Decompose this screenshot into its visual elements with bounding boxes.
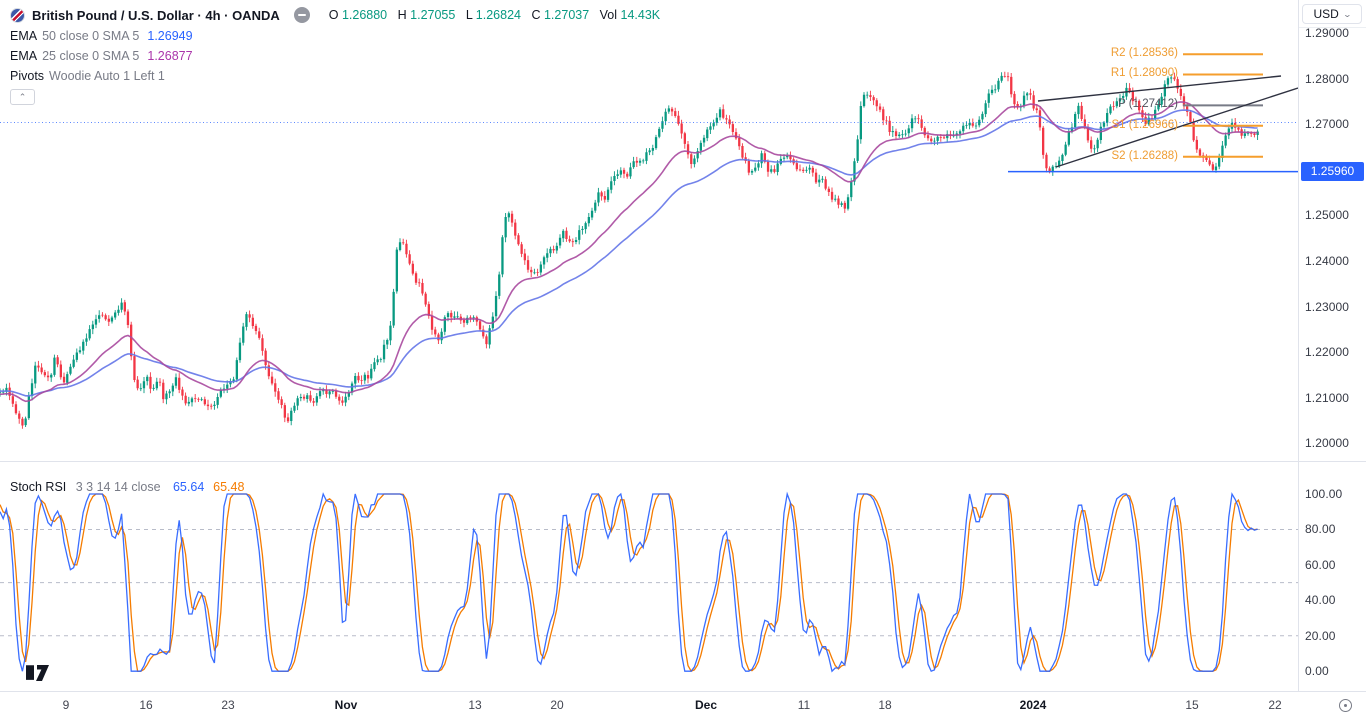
tradingview-logo[interactable] bbox=[26, 664, 56, 687]
indicator-row-pivots[interactable]: Pivots Woodie Auto 1 Left 1 bbox=[10, 66, 660, 86]
price-axis[interactable]: 1.25960 1.29000 1.28000 1.27000 1.25000 1.24… bbox=[1299, 0, 1366, 461]
currency-unit-button[interactable]: USD ⌄ bbox=[1302, 4, 1362, 24]
time-axis[interactable]: 9 16 23 Nov 13 20 Dec 11 18 2024 15 22 bbox=[0, 692, 1366, 720]
high-value: 1.27055 bbox=[410, 8, 455, 22]
rsi-tick: 100.00 bbox=[1305, 487, 1342, 501]
collapse-symbol-icon[interactable] bbox=[294, 7, 310, 23]
time-tick: 16 bbox=[139, 698, 152, 712]
rsi-tick: 60.00 bbox=[1305, 558, 1336, 572]
rsi-tick: 20.00 bbox=[1305, 629, 1336, 643]
pivot-label-r1: R1 (1.28090) bbox=[1088, 67, 1178, 79]
price-tick: 1.24000 bbox=[1305, 254, 1349, 268]
time-tick: 9 bbox=[63, 698, 70, 712]
pivot-label-r2: R2 (1.28536) bbox=[1088, 47, 1178, 59]
price-tick: 1.20000 bbox=[1305, 436, 1349, 450]
legend-collapse-button[interactable]: ⌃ bbox=[10, 89, 35, 105]
rsi-tick: 80.00 bbox=[1305, 522, 1336, 536]
price-tick: 1.23000 bbox=[1305, 300, 1349, 314]
time-tick: Dec bbox=[695, 698, 717, 712]
price-tick: 1.25000 bbox=[1305, 208, 1349, 222]
symbol-flag-icon bbox=[10, 8, 25, 23]
stoch-k-value: 65.64 bbox=[173, 480, 204, 494]
rsi-tick: 0.00 bbox=[1305, 664, 1329, 678]
low-value: 1.26824 bbox=[476, 8, 521, 22]
time-tick: 11 bbox=[798, 698, 810, 712]
volume-value: 14.43K bbox=[621, 8, 661, 22]
time-tick: 20 bbox=[550, 698, 563, 712]
time-tick: Nov bbox=[335, 698, 358, 712]
time-tick: 2024 bbox=[1020, 698, 1047, 712]
stoch-rsi-legend[interactable]: Stoch RSI 3 3 14 14 close 65.64 65.48 bbox=[10, 478, 244, 496]
ohlc-readout: O 1.26880 H 1.27055 L 1.26824 C 1.27037 … bbox=[322, 8, 660, 22]
panel-divider[interactable] bbox=[0, 461, 1366, 462]
indicator-row-ema25[interactable]: EMA 25 close 0 SMA 5 1.26877 bbox=[10, 46, 660, 66]
stoch-d-value: 65.48 bbox=[213, 480, 244, 494]
time-tick: 13 bbox=[468, 698, 481, 712]
symbol-title[interactable]: British Pound / U.S. Dollar · 4h · OANDA bbox=[32, 8, 280, 23]
price-tick: 1.29000 bbox=[1305, 26, 1349, 40]
price-tick: 1.21000 bbox=[1305, 391, 1349, 405]
time-tick: 23 bbox=[221, 698, 234, 712]
time-tick: 15 bbox=[1185, 698, 1198, 712]
price-line-badge: 1.25960 bbox=[1301, 162, 1364, 181]
open-value: 1.26880 bbox=[342, 8, 387, 22]
pivot-label-s2: S2 (1.26288) bbox=[1088, 150, 1178, 162]
price-tick: 1.28000 bbox=[1305, 72, 1349, 86]
time-tick: 18 bbox=[878, 698, 891, 712]
rsi-tick: 40.00 bbox=[1305, 593, 1336, 607]
pivot-label-s1: S1 (1.26966) bbox=[1088, 119, 1178, 131]
ema25-value: 1.26877 bbox=[147, 49, 192, 63]
pivot-label-p: P (1.27412) bbox=[1088, 98, 1178, 110]
price-tick: 1.22000 bbox=[1305, 345, 1349, 359]
chevron-down-icon: ⌄ bbox=[1342, 10, 1351, 19]
time-tick: 22 bbox=[1268, 698, 1281, 712]
ema50-value: 1.26949 bbox=[147, 29, 192, 43]
time-axis-settings-icon[interactable] bbox=[1339, 699, 1352, 712]
indicator-row-ema50[interactable]: EMA 50 close 0 SMA 5 1.26949 bbox=[10, 26, 660, 46]
close-value: 1.27037 bbox=[544, 8, 589, 22]
price-tick: 1.27000 bbox=[1305, 117, 1349, 131]
chart-legend: British Pound / U.S. Dollar · 4h · OANDA… bbox=[10, 4, 660, 105]
rsi-axis[interactable]: 100.00 80.00 60.00 40.00 20.00 0.00 bbox=[1299, 461, 1366, 691]
tradingview-chart-window: R2 (1.28536) R1 (1.28090) P (1.27412) S1 (1… bbox=[0, 0, 1366, 720]
